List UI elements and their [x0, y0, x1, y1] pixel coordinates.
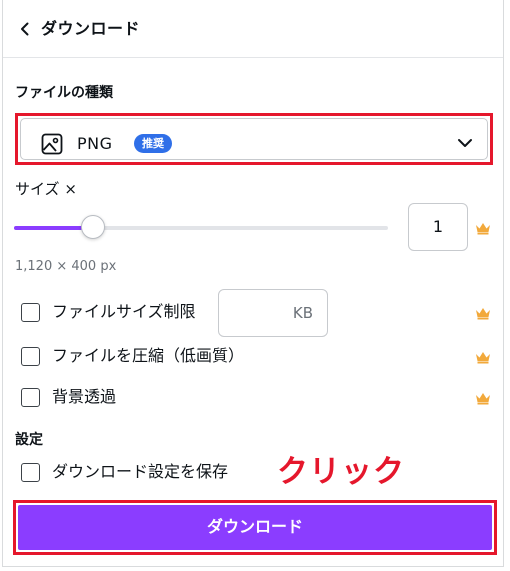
compress-file-checkbox[interactable] — [21, 347, 40, 366]
save-settings-checkbox[interactable] — [21, 463, 40, 482]
size-label: サイズ × — [15, 180, 77, 198]
premium-crown-icon — [476, 308, 490, 320]
panel-header: ダウンロード — [3, 0, 503, 58]
size-input[interactable]: 1 — [408, 203, 468, 251]
compress-file-label: ファイルを圧縮（低画質） — [52, 346, 245, 365]
premium-crown-icon — [476, 352, 490, 364]
slider-thumb[interactable] — [81, 215, 105, 239]
settings-label: 設定 — [15, 432, 43, 448]
download-button[interactable]: ダウンロード — [18, 505, 492, 550]
recommended-badge: 推奨 — [134, 134, 172, 153]
output-dimensions: 1,120 × 400 px — [15, 259, 117, 274]
premium-crown-icon — [476, 223, 490, 235]
file-size-limit-label: ファイルサイズ制限 — [52, 302, 196, 321]
panel-title: ダウンロード — [41, 19, 141, 38]
chevron-down-icon — [458, 139, 472, 147]
file-type-value: PNG — [77, 134, 113, 153]
download-button-highlight: ダウンロード — [13, 500, 497, 555]
kb-unit-label: KB — [292, 304, 313, 322]
file-type-highlight: PNG 推奨 — [15, 113, 493, 165]
file-size-limit-checkbox[interactable] — [21, 303, 40, 322]
premium-crown-icon — [476, 393, 490, 405]
size-slider[interactable] — [14, 215, 388, 239]
file-type-dropdown[interactable]: PNG 推奨 — [20, 118, 488, 160]
save-settings-label: ダウンロード設定を保存 — [52, 462, 229, 481]
transparent-background-label: 背景透過 — [52, 387, 117, 406]
transparent-background-checkbox[interactable] — [21, 388, 40, 407]
file-type-label: ファイルの種類 — [15, 85, 113, 101]
file-size-limit-input[interactable]: KB — [218, 289, 328, 337]
download-panel: ダウンロード ファイルの種類 PNG 推奨 サイズ × 1 1,120 × 40… — [2, 0, 504, 567]
image-icon — [41, 133, 63, 155]
back-arrow-icon[interactable] — [17, 21, 33, 37]
click-annotation: クリック — [277, 454, 405, 490]
